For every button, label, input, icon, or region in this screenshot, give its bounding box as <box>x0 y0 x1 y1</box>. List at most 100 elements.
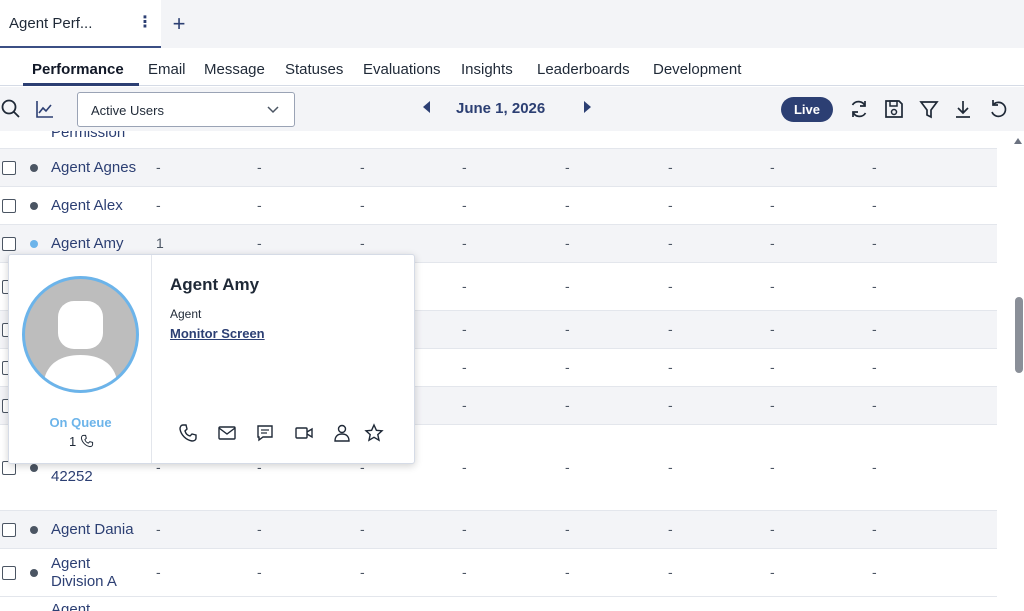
metric-cell: - <box>462 521 467 537</box>
agent-name[interactable]: Permission <box>51 131 125 142</box>
metric-cell: - <box>872 235 877 251</box>
tab-performance[interactable]: Performance <box>32 61 124 78</box>
agent-name-line: Agent Amy <box>51 235 124 252</box>
metric-cell: - <box>565 564 570 580</box>
agent-name-line: Agent Dania <box>51 521 134 538</box>
live-button[interactable]: Live <box>781 97 833 122</box>
metric-cell: - <box>770 321 775 337</box>
metric-cell: - <box>462 564 467 580</box>
scroll-up-icon[interactable] <box>1014 138 1022 144</box>
metric-cell: - <box>668 278 673 294</box>
row-checkbox[interactable] <box>2 237 16 251</box>
presence-dot-icon <box>30 164 38 172</box>
metric-cell: - <box>565 459 570 475</box>
agent-name[interactable]: Agent Dania <box>51 521 134 539</box>
agent-name[interactable]: Agent Division A <box>51 555 117 591</box>
tab-agent-performance[interactable]: Agent Perf... ⋮ <box>0 0 161 48</box>
metric-cell: - <box>360 235 365 251</box>
metric-cell: - <box>872 278 877 294</box>
metric-cell: - <box>156 521 161 537</box>
next-date-icon[interactable] <box>584 101 591 113</box>
metric-cell: - <box>770 564 775 580</box>
email-icon[interactable] <box>217 423 237 443</box>
active-users-select[interactable]: Active Users <box>77 92 295 127</box>
agent-name-line: Agent <box>51 555 91 572</box>
metric-cell: - <box>668 197 673 213</box>
chat-icon[interactable] <box>255 423 275 443</box>
tab-strip: Agent Perf... ⋮ + <box>0 0 1024 48</box>
metric-cell: - <box>770 159 775 175</box>
table-row: Agent Agnes - - - - - - - - <box>0 149 997 187</box>
tab-menu-icon[interactable]: ⋮ <box>137 13 153 33</box>
presence-dot-icon <box>30 526 38 534</box>
view-tabs: Performance Email Message Statuses Evalu… <box>0 48 1024 86</box>
app-window: Agent Perf... ⋮ + Performance Email Mess… <box>0 0 1024 611</box>
person-placeholder-icon <box>43 301 118 390</box>
save-icon[interactable] <box>883 98 905 120</box>
metric-cell: - <box>872 197 877 213</box>
person-icon[interactable] <box>332 423 352 443</box>
table-row: Agent Alex - - - - - - - - <box>0 187 997 225</box>
monitor-screen-link[interactable]: Monitor Screen <box>170 326 265 341</box>
metric-cell: - <box>257 521 262 537</box>
metric-cell: - <box>770 359 775 375</box>
avatar <box>22 276 139 393</box>
download-icon[interactable] <box>952 98 974 120</box>
metric-cell: - <box>872 159 877 175</box>
metric-cell: - <box>565 521 570 537</box>
agent-name[interactable]: Agent <box>51 601 90 611</box>
row-checkbox[interactable] <box>2 199 16 213</box>
metric-cell: - <box>565 235 570 251</box>
metric-cell: - <box>668 159 673 175</box>
tab-email[interactable]: Email <box>148 61 186 78</box>
tab-statuses[interactable]: Statuses <box>285 61 343 78</box>
metric-cell: - <box>565 197 570 213</box>
add-tab-button[interactable]: + <box>168 10 190 38</box>
tab-leaderboards[interactable]: Leaderboards <box>537 61 630 78</box>
presence-dot-icon <box>30 202 38 210</box>
metric-cell: - <box>565 359 570 375</box>
scrollbar-thumb[interactable] <box>1015 297 1023 373</box>
metric-cell: - <box>360 521 365 537</box>
tab-development[interactable]: Development <box>653 61 741 78</box>
star-icon[interactable] <box>364 423 384 443</box>
presence-dot-icon <box>30 569 38 577</box>
metric-cell: - <box>462 278 467 294</box>
tab-message[interactable]: Message <box>204 61 265 78</box>
video-icon[interactable] <box>294 423 314 443</box>
row-checkbox[interactable] <box>2 523 16 537</box>
table-row: Permission <box>0 131 997 149</box>
previous-date-icon[interactable] <box>423 101 430 113</box>
phone-icon <box>80 434 93 448</box>
agent-name[interactable]: Agent Amy <box>51 235 124 253</box>
metric-cell: - <box>770 397 775 413</box>
date-label[interactable]: June 1, 2026 <box>456 100 545 117</box>
metric-cell: - <box>257 197 262 213</box>
metric-cell: - <box>156 564 161 580</box>
tab-evaluations[interactable]: Evaluations <box>363 61 441 78</box>
search-icon[interactable] <box>0 98 22 120</box>
metric-cell: - <box>668 459 673 475</box>
metric-cell: - <box>668 397 673 413</box>
metric-cell: - <box>156 159 161 175</box>
agent-name[interactable]: Agent Agnes <box>51 159 136 177</box>
filter-icon[interactable] <box>918 98 940 120</box>
metric-cell: - <box>462 197 467 213</box>
metric-cell: - <box>360 197 365 213</box>
metric-cell: - <box>462 397 467 413</box>
agent-name[interactable]: Agent Alex <box>51 197 123 215</box>
metric-cell: - <box>462 321 467 337</box>
row-checkbox[interactable] <box>2 566 16 580</box>
phone-icon[interactable] <box>178 423 198 443</box>
interaction-count-value: 1 <box>69 434 77 449</box>
metric-cell: - <box>156 197 161 213</box>
undo-icon[interactable] <box>987 98 1009 120</box>
metric-cell: - <box>770 235 775 251</box>
agent-name-line: 42252 <box>51 468 93 485</box>
metric-cell: - <box>257 564 262 580</box>
refresh-icon[interactable] <box>848 98 870 120</box>
row-checkbox[interactable] <box>2 161 16 175</box>
chart-icon[interactable] <box>34 98 56 120</box>
tab-insights[interactable]: Insights <box>461 61 513 78</box>
agent-name-line: Agent Alex <box>51 197 123 214</box>
